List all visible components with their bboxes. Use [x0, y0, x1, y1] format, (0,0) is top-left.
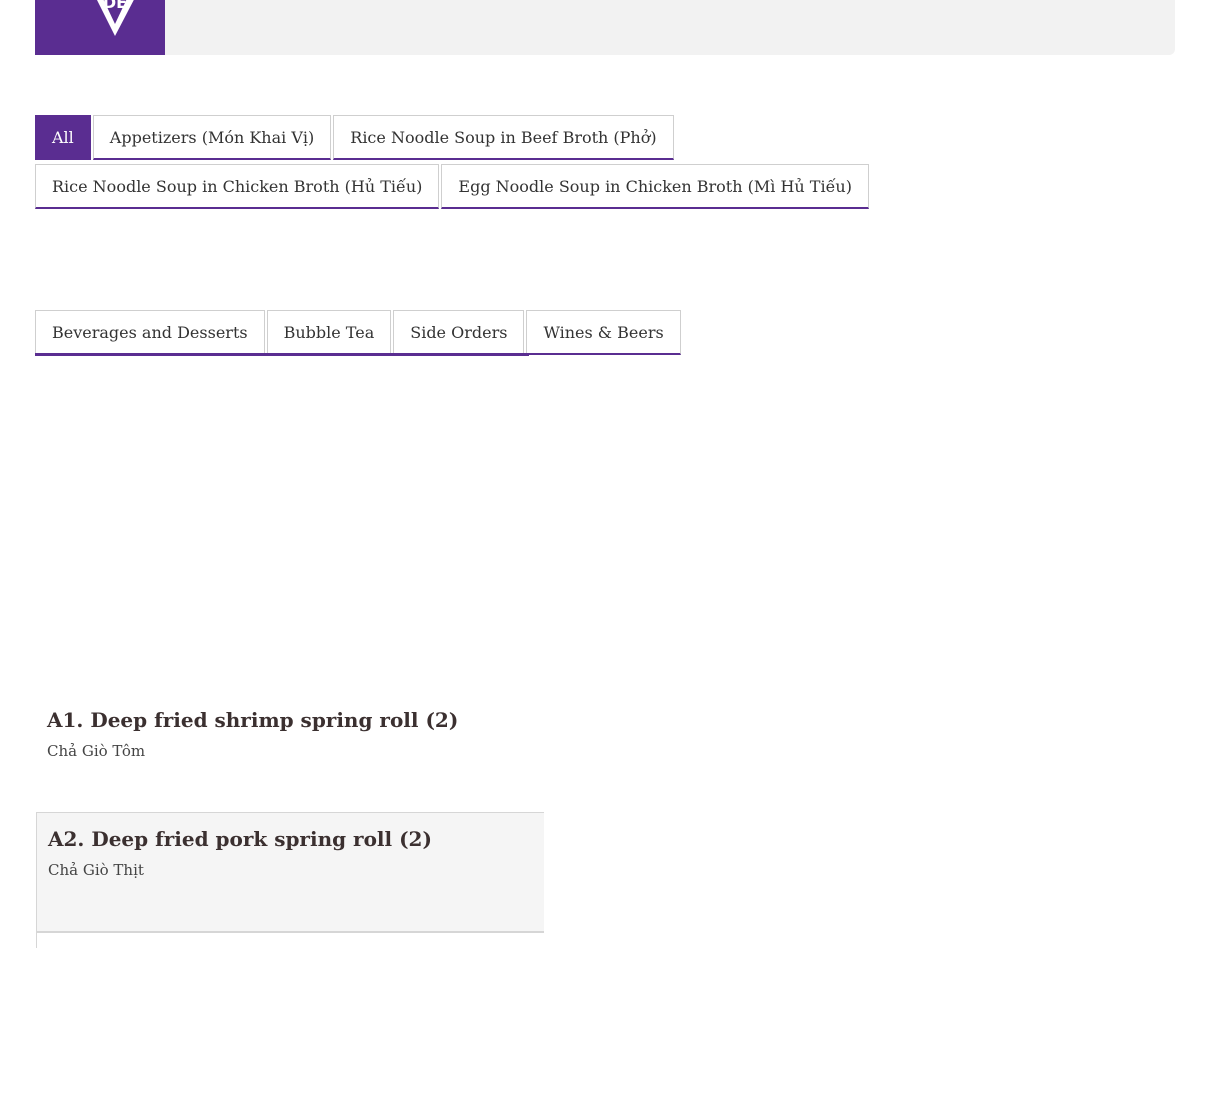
diamond-logo-icon: DE: [97, 0, 134, 36]
item-subtitle: Chả Giò Thịt: [48, 861, 144, 879]
item-title: A2. Deep fried pork spring roll (2): [48, 827, 432, 851]
menu-item[interactable]: A2. Deep fried pork spring roll (2) Chả …: [36, 812, 544, 933]
tab-hu-tieu[interactable]: Rice Noodle Soup in Chicken Broth (Hủ Ti…: [35, 164, 440, 209]
menu-page: DE All Appetizers (Món Khai Vị) Rice Noo…: [0, 0, 1210, 1105]
logo-text: DE: [103, 0, 127, 12]
tab-pho[interactable]: Rice Noodle Soup in Beef Broth (Phở): [333, 115, 674, 160]
divider: [36, 932, 37, 948]
tab-appetizers[interactable]: Appetizers (Món Khai Vị): [92, 115, 332, 160]
category-tabs-row-1: All Appetizers (Món Khai Vị) Rice Noodle…: [35, 115, 674, 160]
tab-side-orders[interactable]: Side Orders: [393, 310, 525, 355]
tab-beverages-desserts[interactable]: Beverages and Desserts: [35, 310, 265, 355]
tab-bubble-tea[interactable]: Bubble Tea: [266, 310, 392, 355]
tabs-underline: [35, 353, 529, 356]
menu-item[interactable]: A1. Deep fried shrimp spring roll (2) Ch…: [36, 698, 544, 810]
category-tabs-row-2: Rice Noodle Soup in Chicken Broth (Hủ Ti…: [35, 164, 869, 209]
tab-mi-hu-tieu[interactable]: Egg Noodle Soup in Chicken Broth (Mì Hủ …: [441, 164, 869, 209]
category-tabs-row-3: Beverages and Desserts Bubble Tea Side O…: [35, 310, 681, 355]
item-subtitle: Chả Giò Tôm: [47, 742, 146, 760]
tab-all[interactable]: All: [35, 115, 91, 160]
tab-wines-beers[interactable]: Wines & Beers: [526, 310, 681, 355]
item-title: A1. Deep fried shrimp spring roll (2): [47, 708, 459, 732]
logo[interactable]: DE: [35, 0, 165, 55]
header-bar: [35, 0, 1175, 55]
